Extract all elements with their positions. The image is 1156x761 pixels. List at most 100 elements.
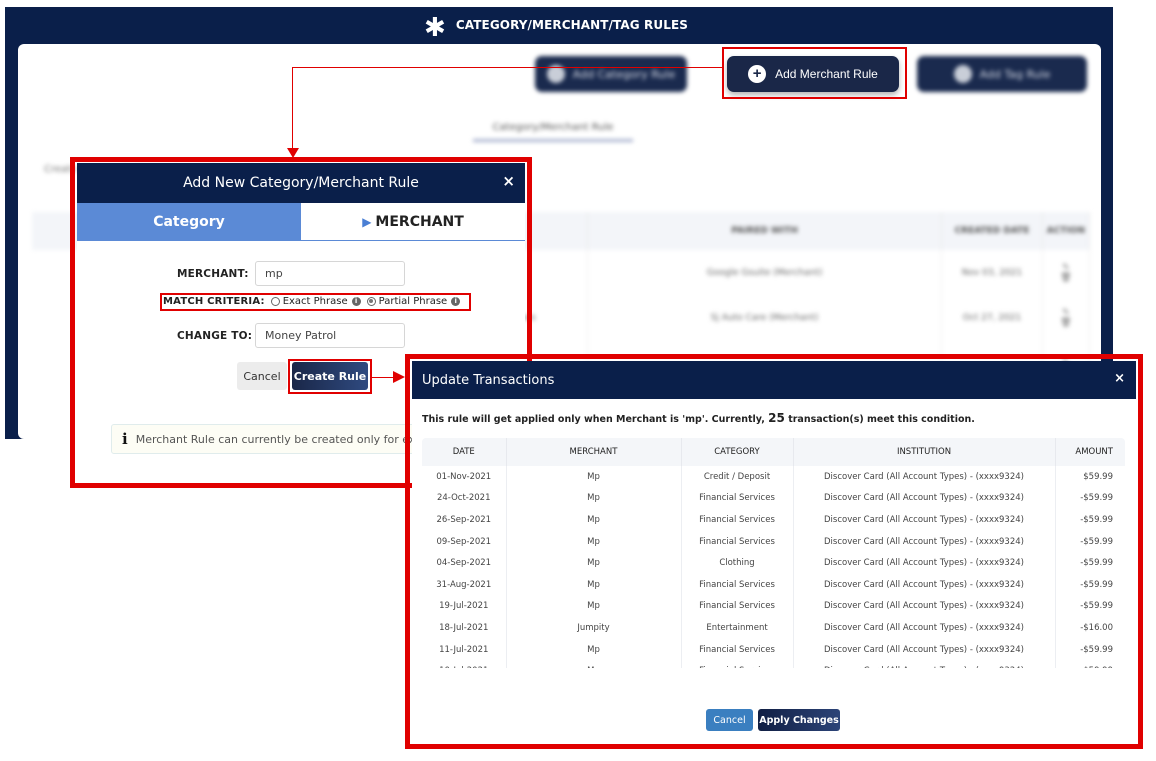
cell-merchant: Mp [506, 530, 682, 553]
table-row: 18-Jul-2021 Jumpity Entertainment Discover … [422, 617, 1125, 639]
asterisk-icon: ✱ [423, 13, 446, 43]
cell-date: 31-Aug-2021 [422, 573, 507, 596]
cell-merchant: Mp [506, 509, 682, 531]
col-category: CATEGORY [681, 438, 794, 466]
radio-partial-phrase[interactable]: Partial Phrase i [366, 296, 461, 307]
cell-category: Financial Services [681, 660, 794, 668]
add-merchant-rule-button[interactable]: + Add Merchant Rule [727, 56, 899, 92]
add-tag-rule-button[interactable]: Add Tag Rule [917, 56, 1087, 92]
cell-merchant: Jumpity [506, 617, 682, 639]
add-category-rule-button[interactable]: Add Category Rule [535, 56, 687, 92]
tab-category-merchant-rule[interactable]: Category/Merchant Rule [473, 122, 633, 142]
table-row: 24-Oct-2021 Mp Financial Services Discover … [422, 487, 1125, 510]
cell-date: 01-Nov-2021 [422, 466, 507, 488]
info-icon: i [122, 430, 128, 448]
cancel-button[interactable]: Cancel [237, 362, 287, 390]
cell-institution: Discover Card (All Account Types) - (xxx… [793, 573, 1056, 596]
col-amount: AMOUNT [1055, 438, 1125, 466]
cell-date: 09-Sep-2021 [422, 530, 507, 553]
cell-merchant: Mp [506, 638, 682, 661]
cell-amount: -$59.99 [1080, 493, 1113, 504]
plus-icon [953, 65, 972, 83]
cell-amount: -$59.99 [1080, 601, 1113, 612]
cell-merchant: Mp [506, 595, 682, 618]
cell-date: 11-Jul-2021 [422, 638, 507, 661]
dialog-header: Update Transactions × [412, 361, 1136, 399]
radio-unchecked-icon [270, 296, 280, 306]
table-row: 19-Jul-2021 Mp Financial Services Discover … [422, 595, 1125, 618]
table-row: 09-Sep-2021 Mp Financial Services Discover … [422, 530, 1125, 553]
table-row: 11-Jul-2021 Mp Financial Services Discover … [422, 638, 1125, 661]
cell-category: Financial Services [681, 573, 794, 596]
cell-date: 19-Jul-2021 [422, 595, 507, 618]
edit-delete-icons[interactable]: ✎ 🗑 [1042, 295, 1091, 340]
transactions-table-scroll[interactable]: DATE MERCHANT CATEGORY INSTITUTION AMOUN… [422, 438, 1125, 668]
cell-category: Financial Services [681, 595, 794, 618]
cell-category: Financial Services [681, 509, 794, 531]
change-to-label: CHANGE TO: [177, 329, 253, 342]
merchant-label: MERCHANT: [177, 267, 249, 280]
cell-institution: Discover Card (All Account Types) - (xxx… [793, 595, 1056, 618]
apply-changes-button[interactable]: Apply Changes [758, 709, 840, 731]
cell-amount: $59.99 [1083, 471, 1113, 482]
cell-amount: -$59.99 [1055, 660, 1125, 668]
transactions-table: DATE MERCHANT CATEGORY INSTITUTION AMOUN… [422, 438, 1125, 668]
cell-date: 24-Oct-2021 [422, 487, 507, 510]
cell-institution: Discover Card (All Account Types) - (xxx… [793, 530, 1056, 553]
arrow-head-icon [287, 148, 299, 158]
change-to-input[interactable] [255, 323, 405, 348]
col-created-date: CREATED DATE [941, 212, 1043, 250]
arrow-line [292, 67, 722, 68]
arrow-line [372, 377, 394, 378]
cell-institution: Discover Card (All Account Types) - (xxx… [793, 660, 1056, 668]
cell-category: Financial Services [681, 638, 794, 661]
table-row: 04-Sep-2021 Mp Clothing Discover Card (All … [422, 552, 1125, 574]
arrow-head-icon [393, 371, 405, 383]
update-transactions-dialog: Update Transactions × This rule will get… [412, 361, 1136, 742]
table-row: 10-Jul-2021MpFinancial ServicesDiscover … [422, 660, 1125, 668]
cell-amount: -$59.99 [1080, 644, 1113, 655]
close-icon[interactable]: × [502, 172, 515, 190]
dialog-title: Update Transactions [422, 372, 555, 388]
cell-category: Entertainment [681, 617, 794, 639]
tab-merchant[interactable]: ▶ MERCHANT [301, 203, 525, 240]
cell-institution: Discover Card (All Account Types) - (xxx… [793, 617, 1056, 639]
merchant-input[interactable] [255, 261, 405, 286]
cell-category: Clothing [681, 552, 794, 574]
cell-institution: Discover Card (All Account Types) - (xxx… [793, 638, 1056, 661]
col-action: ACTION [1042, 212, 1091, 250]
create-rule-button[interactable]: Create Rule [292, 362, 368, 390]
close-icon[interactable]: × [1114, 371, 1125, 386]
cell-date: 04-Sep-2021 [422, 552, 507, 574]
tab-category[interactable]: Category [77, 203, 301, 240]
table-row: 31-Aug-2021 Mp Financial Services Discover … [422, 573, 1125, 596]
table-row: 26-Sep-2021 Mp Financial Services Discover … [422, 509, 1125, 531]
col-date: DATE [422, 438, 507, 466]
cell-date: 26-Sep-2021 [422, 509, 507, 531]
edit-delete-icons[interactable]: ✎ 🗑 [1042, 250, 1091, 295]
cell-merchant: Mp [506, 466, 682, 488]
transactions-body: 01-Nov-2021 Mp Credit / Deposit Discover Ca… [422, 466, 1125, 668]
cell-category: Financial Services [681, 487, 794, 510]
cell-date: 18-Jul-2021 [422, 617, 507, 639]
cell-amount: -$16.00 [1080, 622, 1113, 633]
cancel-button[interactable]: Cancel [706, 709, 753, 731]
match-criteria-label: MATCH CRITERIA: [163, 296, 265, 307]
cell-amount: -$59.99 [1080, 536, 1113, 547]
cell-amount: -$59.99 [1080, 514, 1113, 525]
cell-institution: Discover Card (All Account Types) - (xxx… [793, 487, 1056, 510]
dialog-header: Add New Category/Merchant Rule × [77, 163, 525, 203]
info-icon[interactable]: i [451, 296, 461, 306]
radio-exact-phrase[interactable]: Exact Phrase i [270, 296, 361, 307]
cell-merchant: Mp [506, 573, 682, 596]
cell-date: 10-Jul-2021 [422, 660, 507, 668]
cell-amount: -$59.99 [1080, 579, 1113, 590]
play-triangle-icon: ▶ [362, 214, 372, 229]
cell-merchant: Mp [506, 552, 682, 574]
transaction-count: 25 [768, 411, 785, 425]
col-institution: INSTITUTION [793, 438, 1056, 466]
info-icon[interactable]: i [351, 296, 361, 306]
cell-merchant: Mp [506, 487, 682, 510]
cell-institution: Discover Card (All Account Types) - (xxx… [793, 466, 1056, 488]
dialog-title: Add New Category/Merchant Rule [183, 175, 419, 191]
